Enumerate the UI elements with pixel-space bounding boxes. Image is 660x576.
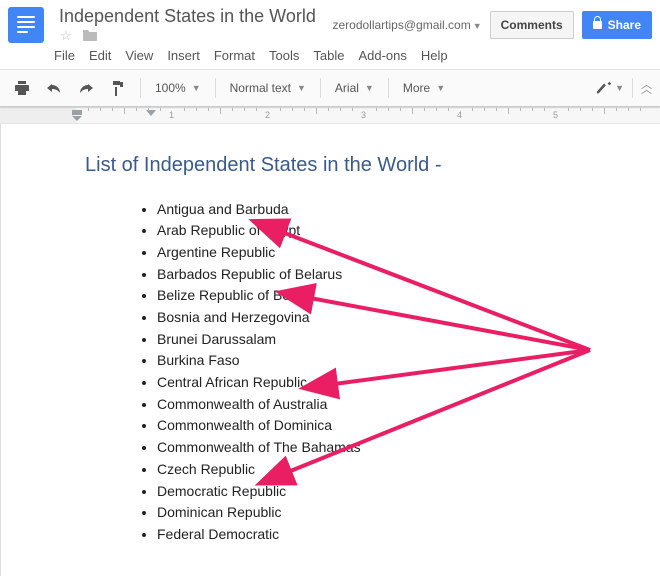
more-toolbar[interactable]: More▼ <box>397 81 451 95</box>
print-icon[interactable] <box>8 75 36 101</box>
account-email[interactable]: zerodollartips@gmail.com▼ <box>332 17 481 32</box>
lock-icon <box>593 21 602 29</box>
ruler-number: 3 <box>361 110 366 120</box>
list-item[interactable]: Federal Democratic <box>157 524 584 546</box>
list-item[interactable]: Antigua and Barbuda <box>157 199 584 221</box>
undo-icon[interactable] <box>40 75 68 101</box>
docs-logo[interactable] <box>8 7 44 43</box>
menu-edit[interactable]: Edit <box>89 48 111 63</box>
ruler[interactable]: 1 2 3 4 5 <box>0 108 660 124</box>
comments-button[interactable]: Comments <box>490 11 574 39</box>
list-item[interactable]: Barbados Republic of Belarus <box>157 264 584 286</box>
list-item[interactable]: Democratic Republic <box>157 481 584 503</box>
list-item[interactable]: Czech Republic <box>157 459 584 481</box>
document-title[interactable]: Independent States in the World <box>54 3 321 29</box>
list-item[interactable]: Brunei Darussalam <box>157 329 584 351</box>
ruler-number: 2 <box>265 110 270 120</box>
list-item[interactable]: Central African Republic <box>157 372 584 394</box>
paint-format-icon[interactable] <box>104 75 132 101</box>
paragraph-style-select[interactable]: Normal text▼ <box>224 81 312 95</box>
ruler-number: 5 <box>553 110 558 120</box>
document-heading[interactable]: List of Independent States in the World … <box>85 154 584 177</box>
input-tools-icon[interactable]: ▼ <box>596 75 624 101</box>
list-item[interactable]: Argentine Republic <box>157 242 584 264</box>
folder-icon[interactable] <box>82 28 98 44</box>
list-item[interactable]: Dominican Republic <box>157 502 584 524</box>
list-item[interactable]: Belize Republic of Benin <box>157 285 584 307</box>
list-item[interactable]: Commonwealth of Dominica <box>157 415 584 437</box>
menu-add-ons[interactable]: Add-ons <box>358 48 406 63</box>
menu-format[interactable]: Format <box>214 48 255 63</box>
toolbar: 100%▼ Normal text▼ Arial▼ More▼ ▼ ︿︿ <box>0 69 660 107</box>
zoom-select[interactable]: 100%▼ <box>149 81 207 95</box>
star-icon[interactable]: ☆ <box>60 28 72 44</box>
menu-tools[interactable]: Tools <box>269 48 299 63</box>
menu-view[interactable]: View <box>125 48 153 63</box>
menu-insert[interactable]: Insert <box>167 48 200 63</box>
document-area[interactable]: List of Independent States in the World … <box>0 124 660 576</box>
menu-bar: File Edit View Insert Format Tools Table Add-on… <box>0 46 660 69</box>
list-item[interactable]: Commonwealth of Australia <box>157 394 584 416</box>
collapse-toolbar-icon[interactable]: ︿︿ <box>641 82 652 94</box>
list-item[interactable]: Bosnia and Herzegovina <box>157 307 584 329</box>
list-item[interactable]: Arab Republic of Egypt <box>157 220 584 242</box>
menu-table[interactable]: Table <box>313 48 344 63</box>
share-button[interactable]: Share <box>582 11 652 39</box>
font-select[interactable]: Arial▼ <box>329 81 380 95</box>
ruler-number: 1 <box>169 110 174 120</box>
list-item[interactable]: Commonwealth of The Bahamas <box>157 437 584 459</box>
menu-file[interactable]: File <box>54 48 75 63</box>
list-item[interactable]: Burkina Faso <box>157 350 584 372</box>
redo-icon[interactable] <box>72 75 100 101</box>
menu-help[interactable]: Help <box>421 48 448 63</box>
ruler-number: 4 <box>457 110 462 120</box>
